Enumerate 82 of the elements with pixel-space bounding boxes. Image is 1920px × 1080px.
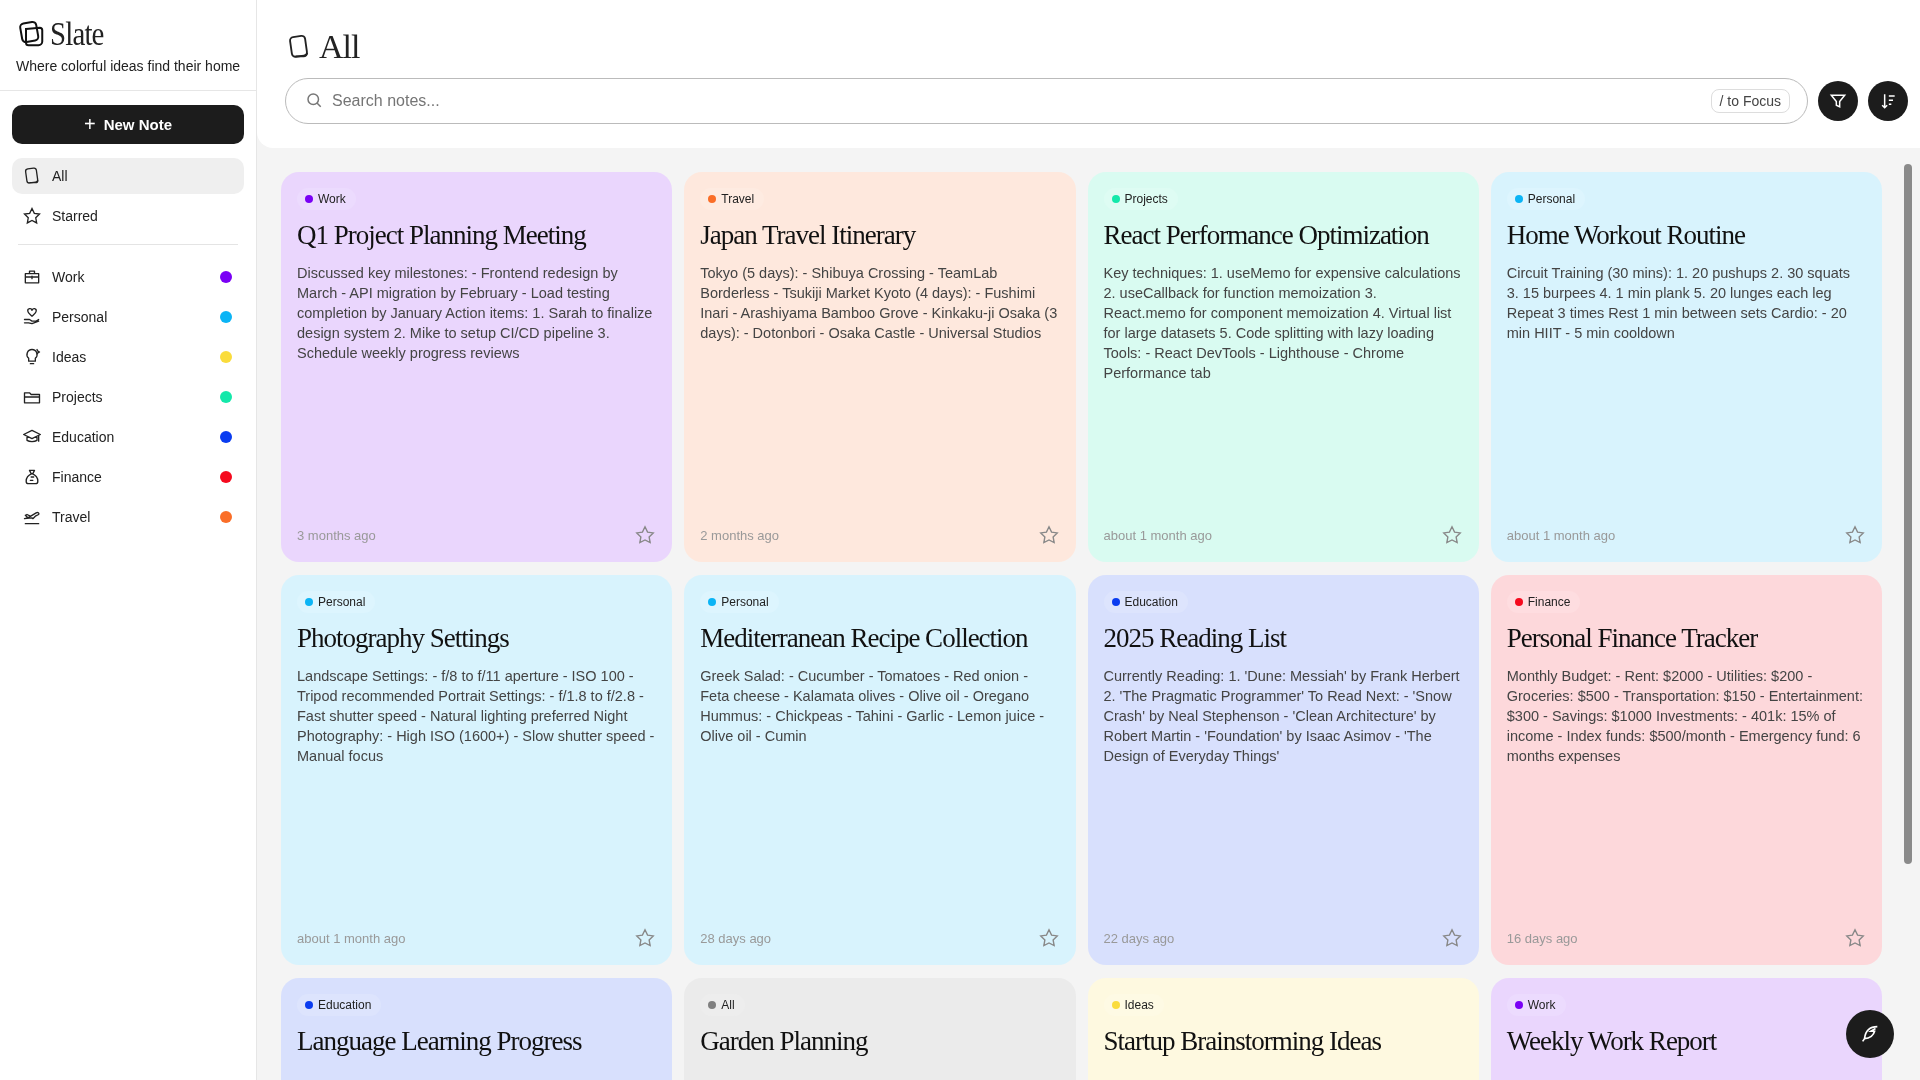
note-title: Mediterranean Recipe Collection xyxy=(700,623,1028,654)
tag-label: Work xyxy=(1527,998,1556,1012)
timestamp: 2 months ago xyxy=(700,527,780,543)
note-title: React Performance Optimization xyxy=(1103,220,1429,251)
category-item[interactable]: Finance xyxy=(12,459,244,495)
note-text: Currently Reading: 1. 'Dune: Messiah' by Frank Herbert 2. 'The Pragmatic Programmer' To Read Next: - 'Snow Crash' by Neal Stephenson - 'Clean Architecture' by Robert Martin - 'Foundation' by Isaac Asimov - 'The Design of Everyday Things' xyxy=(1103,667,1461,766)
notes-logo-icon xyxy=(16,19,46,49)
tag-label: Projects xyxy=(1124,192,1168,206)
star-icon[interactable] xyxy=(634,927,657,949)
tagline: Where colorful ideas find their home xyxy=(16,58,240,74)
tag-label: Work xyxy=(318,192,346,206)
category-item[interactable]: Education xyxy=(12,419,244,455)
note-title: 2025 Reading List xyxy=(1103,623,1286,654)
note-title: Garden Planning xyxy=(700,1026,868,1057)
tag-label: Education xyxy=(318,998,372,1012)
tag-label: All xyxy=(721,998,735,1012)
tag-label: Education xyxy=(1124,595,1178,609)
note-card[interactable]: Work Weekly Work Report xyxy=(1490,978,1882,1080)
star-icon[interactable] xyxy=(1844,927,1866,949)
star-icon xyxy=(22,206,42,226)
tag-label: Ideas xyxy=(1124,998,1154,1012)
timestamp: 16 days ago xyxy=(1506,930,1578,946)
star-icon[interactable] xyxy=(1037,927,1060,949)
category-item[interactable]: Travel xyxy=(12,499,244,535)
star-icon[interactable] xyxy=(1037,524,1060,546)
note-title: Weekly Work Report xyxy=(1506,1026,1717,1057)
star-icon[interactable] xyxy=(1440,927,1463,949)
shortcut-hint: / to Focus xyxy=(1710,89,1790,113)
search-icon xyxy=(305,91,323,109)
category-item[interactable]: Projects xyxy=(12,379,244,415)
note-card[interactable] xyxy=(281,172,673,562)
note-card[interactable] xyxy=(1087,575,1479,965)
note-text: Key techniques: 1. useMemo for expensive calculations 2. useCallback for function memoization 3. React.memo for component memoization 4. Virtual list for large datasets 5. Code splitting with lazy loading Tools: - React DevTools - Lighthouse - Chrome Performance tab xyxy=(1103,264,1462,383)
note-text: Tokyo (5 days): - Shibuya Crossing - TeamLab Borderless - Tsukiji Market Kyoto (4 days): - Fushimi Inari - Arashiyama Bamboo Grove - Kinkaku-ji Osaka (3 days): - Dotonbori - Osaka Castle - Universal Studios xyxy=(700,264,1059,343)
tag-label: Personal xyxy=(721,595,769,609)
nav-item[interactable]: All xyxy=(12,158,244,194)
note-title: Personal Finance Tracker xyxy=(1506,623,1758,654)
tag-label: Travel xyxy=(721,192,755,206)
timestamp: 3 months ago xyxy=(297,527,376,543)
note-title: Q1 Project Planning Meeting xyxy=(297,220,586,251)
note-text: Landscape Settings: - f/8 to f/11 aperture - ISO 100 - Tripod recommended Portrait Settings: - f/1.8 to f/2.8 - Fast shutter speed - Natural lighting preferred Night Photography: - High ISO (1600+) - Slow shutter speed - Manual focus xyxy=(297,667,656,766)
timestamp: 22 days ago xyxy=(1103,930,1175,946)
note-card[interactable] xyxy=(684,172,1076,562)
compose-button[interactable] xyxy=(1846,1010,1894,1058)
note-text: Discussed key milestones: - Frontend redesign by March - API migration by February - Load testing completion by January Action items: 1. Sarah to finalize design system 2. Mike to setup CI/CD pipeline 3. Schedule weekly progress reviews xyxy=(297,264,654,363)
note-title: Japan Travel Itinerary xyxy=(700,220,916,251)
filter-icon xyxy=(1828,91,1848,111)
timestamp: about 1 month ago xyxy=(1506,527,1616,543)
category-item[interactable]: Ideas xyxy=(12,339,244,375)
note-card[interactable] xyxy=(281,575,673,965)
filter-button[interactable] xyxy=(1818,81,1858,121)
note-text: Monthly Budget: - Rent: $2000 - Utilities: $200 - Groceries: $500 - Transportation: $150 - Entertainment: $300 - Savings: $1000 Investments: - 401k: 15% of income - Index funds: $500/month - Emergency fund: 6 months expenses xyxy=(1506,667,1864,766)
star-icon[interactable] xyxy=(1844,524,1866,546)
timestamp: about 1 month ago xyxy=(297,930,406,946)
note-text: Circuit Training (30 mins): 1. 20 pushups 2. 30 squats 3. 15 burpees 4. 1 min plank 5. 20 lunges each leg Repeat 3 times Rest 1 min between sets Cardio: - 20 min HIIT - 5 min cooldown xyxy=(1506,264,1852,343)
timestamp: about 1 month ago xyxy=(1103,527,1212,543)
note-card[interactable]: Ideas Startup Brainstorming Ideas xyxy=(1087,978,1479,1080)
star-icon[interactable] xyxy=(1440,524,1463,546)
tag-label: Finance xyxy=(1527,595,1571,609)
note-card[interactable]: All Garden Planning xyxy=(684,978,1076,1080)
tag-label: Personal xyxy=(318,595,366,609)
timestamp: 28 days ago xyxy=(700,930,772,946)
note-title: Language Learning Progress xyxy=(297,1026,582,1057)
note-title: Home Workout Routine xyxy=(1506,220,1746,251)
note-card[interactable] xyxy=(1490,172,1882,562)
note-card[interactable] xyxy=(1087,172,1479,562)
page-title: All xyxy=(319,28,360,66)
nav-item[interactable]: Starred xyxy=(12,198,244,234)
category-item[interactable]: Work xyxy=(12,259,244,295)
star-icon[interactable] xyxy=(634,524,657,546)
note-title: Startup Brainstorming Ideas xyxy=(1103,1026,1381,1057)
category-icon xyxy=(22,307,42,327)
sort-button[interactable] xyxy=(1868,81,1908,121)
note-title: Photography Settings xyxy=(297,623,509,654)
new-note-button[interactable]: + New Note xyxy=(12,105,244,144)
note-text: Greek Salad: - Cucumber - Tomatoes - Red onion - Feta cheese - Kalamata olives - Olive oil - Oregano Hummus: - Chickpeas - Tahini - Garlic - Lemon juice - Olive oil - Cumin xyxy=(700,667,1046,746)
note-card[interactable] xyxy=(1490,575,1882,965)
app-logo: Slate xyxy=(50,16,104,52)
note-card[interactable] xyxy=(684,575,1076,965)
category-item[interactable]: Personal xyxy=(12,299,244,335)
tag-label: Personal xyxy=(1527,192,1576,206)
note-card[interactable]: Education Language Learning Progress xyxy=(281,978,673,1080)
